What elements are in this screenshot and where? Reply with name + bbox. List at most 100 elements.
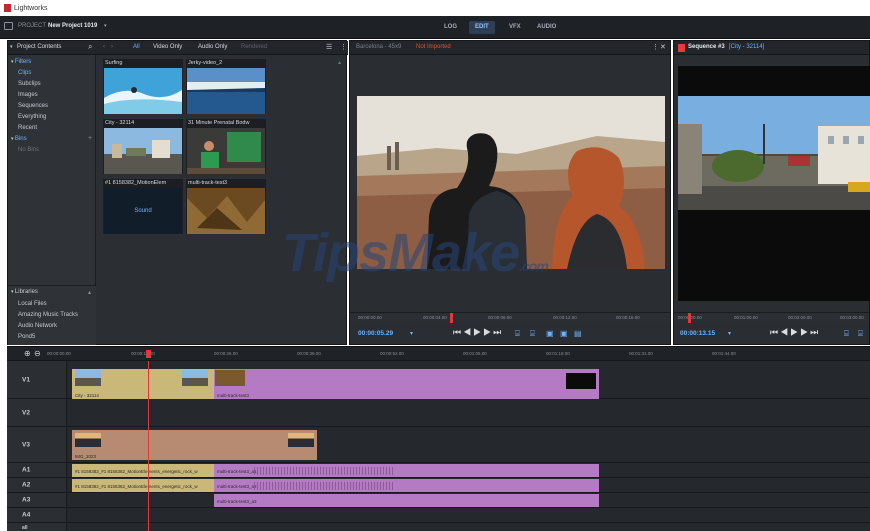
clip-tile-prenatal[interactable]: 31 Minute Prenatal Bodw [186,119,266,174]
source-timecode[interactable]: 00:00:05.29 [358,330,393,337]
tab-edit[interactable]: EDIT [469,21,495,34]
timecode-dropdown-icon[interactable]: ▾ [410,330,413,337]
filters-label: Filters [14,59,32,65]
clip-label: multi-track-test3_a2 [217,484,257,489]
ruler-tick: 00:03:00.00 [840,315,864,320]
panel-chevron-icon[interactable]: ▾ [10,44,13,50]
libraries-label: Libraries [14,289,38,295]
tab-audio[interactable]: AUDIO [531,21,562,34]
scroll-up-icon[interactable]: ▴ [338,59,341,66]
track-header[interactable]: A3 [7,493,67,507]
library-local-files[interactable]: Local Files [18,301,47,307]
back-icon[interactable]: ‹ [103,44,105,50]
project-nav: ▾ Filters Clips Subclips Images Sequence… [8,55,96,285]
timeline-playhead-handle[interactable] [146,350,151,358]
library-audio-network[interactable]: Audio Network [18,323,57,329]
mark-out-icon[interactable]: ⌸ [858,329,863,339]
mark-in-icon[interactable]: ⌸ [515,329,520,339]
source-ruler[interactable]: 00:00:00.00 00:00:04.00 00:00:08.00 00:0… [350,312,670,323]
timeline-clip-audio[interactable]: multi-track-test3_a2 [214,479,599,492]
track-a3: A3 multi-track-test3_a3 [7,493,870,508]
nav-item-recent[interactable]: Recent [18,125,37,131]
filter-video-only[interactable]: Video Only [153,44,182,50]
nav-item-clips[interactable]: Clips [18,70,31,76]
clip-label: multi-track-test3 [217,393,250,398]
timeline-playhead[interactable] [148,361,149,531]
clip-tile-city[interactable]: City - 32114 [103,119,183,174]
clip-label: 31 Minute Prenatal Bodw [188,120,250,126]
nav-item-sequences[interactable]: Sequences [18,103,48,109]
transport-controls-icon[interactable]: ⏮◀▶▶⏭ [770,327,820,338]
export-icon[interactable]: ▤ [574,329,582,338]
chevron-down-icon[interactable]: ▾ [104,23,107,29]
mark-out-icon[interactable]: ⌸ [530,329,535,339]
transport-controls-icon[interactable]: ⏮◀▶▶⏭ [453,327,503,338]
bins-header[interactable]: ▾ Bins [11,136,27,142]
insert-icon[interactable]: ▣ [546,329,554,338]
zoom-in-icon[interactable]: ⊕ [24,349,31,358]
overwrite-icon[interactable]: ▣ [560,329,568,338]
timeline-clip-multitrack[interactable]: multi-track-test3 [214,369,599,399]
nav-item-subclips[interactable]: Subclips [18,81,41,87]
libraries-chevron-icon[interactable]: ▴ [88,289,91,296]
timecode-dropdown-icon[interactable]: ▾ [728,330,731,337]
clip-label: Jerky-video_2 [188,60,223,66]
record-video-frame [678,66,870,301]
track-header[interactable]: V3 [7,427,67,462]
ruler-tick: 00:00:00.00 [358,315,382,320]
more-icon[interactable]: ⋮ [340,43,347,51]
source-playhead[interactable] [450,313,453,323]
track-header[interactable]: A2 [7,478,67,492]
timeline-clip-city[interactable]: City - 32114 [72,369,214,399]
track-header[interactable]: A1 [7,463,67,477]
app-title: Lightworks [14,4,48,12]
clip-tile-multitrack[interactable]: multi-track-test3 [186,179,266,234]
grid-view-icon[interactable]: ☰ [326,43,332,51]
filters-header[interactable]: ▾ Filters [11,59,31,65]
library-amazing-music[interactable]: Amazing Music Tracks [18,312,78,318]
timeline-clip-audio[interactable]: multi-track-test3_a1 [214,464,599,477]
track-header[interactable]: all [7,523,67,531]
record-playhead[interactable] [688,313,691,323]
search-icon[interactable]: ⌕ [88,42,92,52]
more-icon[interactable]: ⋮ [652,43,659,51]
close-icon[interactable]: ✕ [660,43,666,51]
filter-audio-only[interactable]: Audio Only [198,44,227,50]
clip-tile-sound[interactable]: #1 8158382_MotionElem Sound [103,179,183,234]
ruler-tick: 00:00:04.00 [423,315,447,320]
timeline-clip-image[interactable]: IMG_2023 [72,430,317,460]
track-label: V1 [22,376,30,383]
library-pond5[interactable]: Pond5 [18,334,35,340]
clip-tile-jerky-video[interactable]: Jerky-video_2 [186,59,266,114]
ruler-tick: 00:00:52.00 [380,351,404,356]
tab-vfx[interactable]: VFX [503,21,527,34]
nav-item-everything[interactable]: Everything [18,114,46,120]
zoom-out-icon[interactable]: ⊖ [34,349,41,358]
track-header[interactable]: A4 [7,508,67,522]
clip-tile-surfing[interactable]: Surfing [103,59,183,114]
monitor-icon[interactable] [4,22,13,30]
timeline-clip-audio[interactable]: multi-track-test3_a3 [214,494,599,507]
nav-item-images[interactable]: Images [18,92,38,98]
mark-in-icon[interactable]: ⌸ [844,329,849,339]
track-header[interactable]: V1 [7,361,67,398]
clip-label: Surfing [105,60,123,66]
timeline-clip-audio[interactable]: #1 8158382_#1 8158382_MotionElements_ene… [72,479,214,492]
project-name[interactable]: New Project 1019 [48,23,97,29]
libraries-header[interactable]: ▾ Libraries [11,289,38,295]
timeline-clip-audio[interactable]: #1 8158382_#1 8158382_MotionElements_ene… [72,464,214,477]
sequence-title[interactable]: Sequence #3 [688,44,725,50]
bins-label: Bins [14,136,27,142]
filter-rendered[interactable]: Rendered [241,44,267,50]
watermark: TipsMake.com [282,222,549,284]
tab-log[interactable]: LOG [438,21,463,34]
timeline-ruler[interactable]: ⊕ ⊖ 00:00:00.00 00:00:13.00 00:00:26.00 … [7,347,870,361]
project-panel-header: ▾ Project Contents ⌕ ‹ › All Video Only … [8,41,348,55]
ruler-tick: 00:00:00.00 [47,351,71,356]
add-bin-icon[interactable]: + [88,135,92,142]
record-ruler[interactable]: 00:00:00.00 00:01:00.00 00:02:00.00 00:0… [674,312,869,323]
forward-icon[interactable]: › [111,44,113,50]
filter-all[interactable]: All [133,44,140,50]
track-header[interactable]: V2 [7,399,67,426]
record-timecode[interactable]: 00:00:13.15 [680,330,715,337]
